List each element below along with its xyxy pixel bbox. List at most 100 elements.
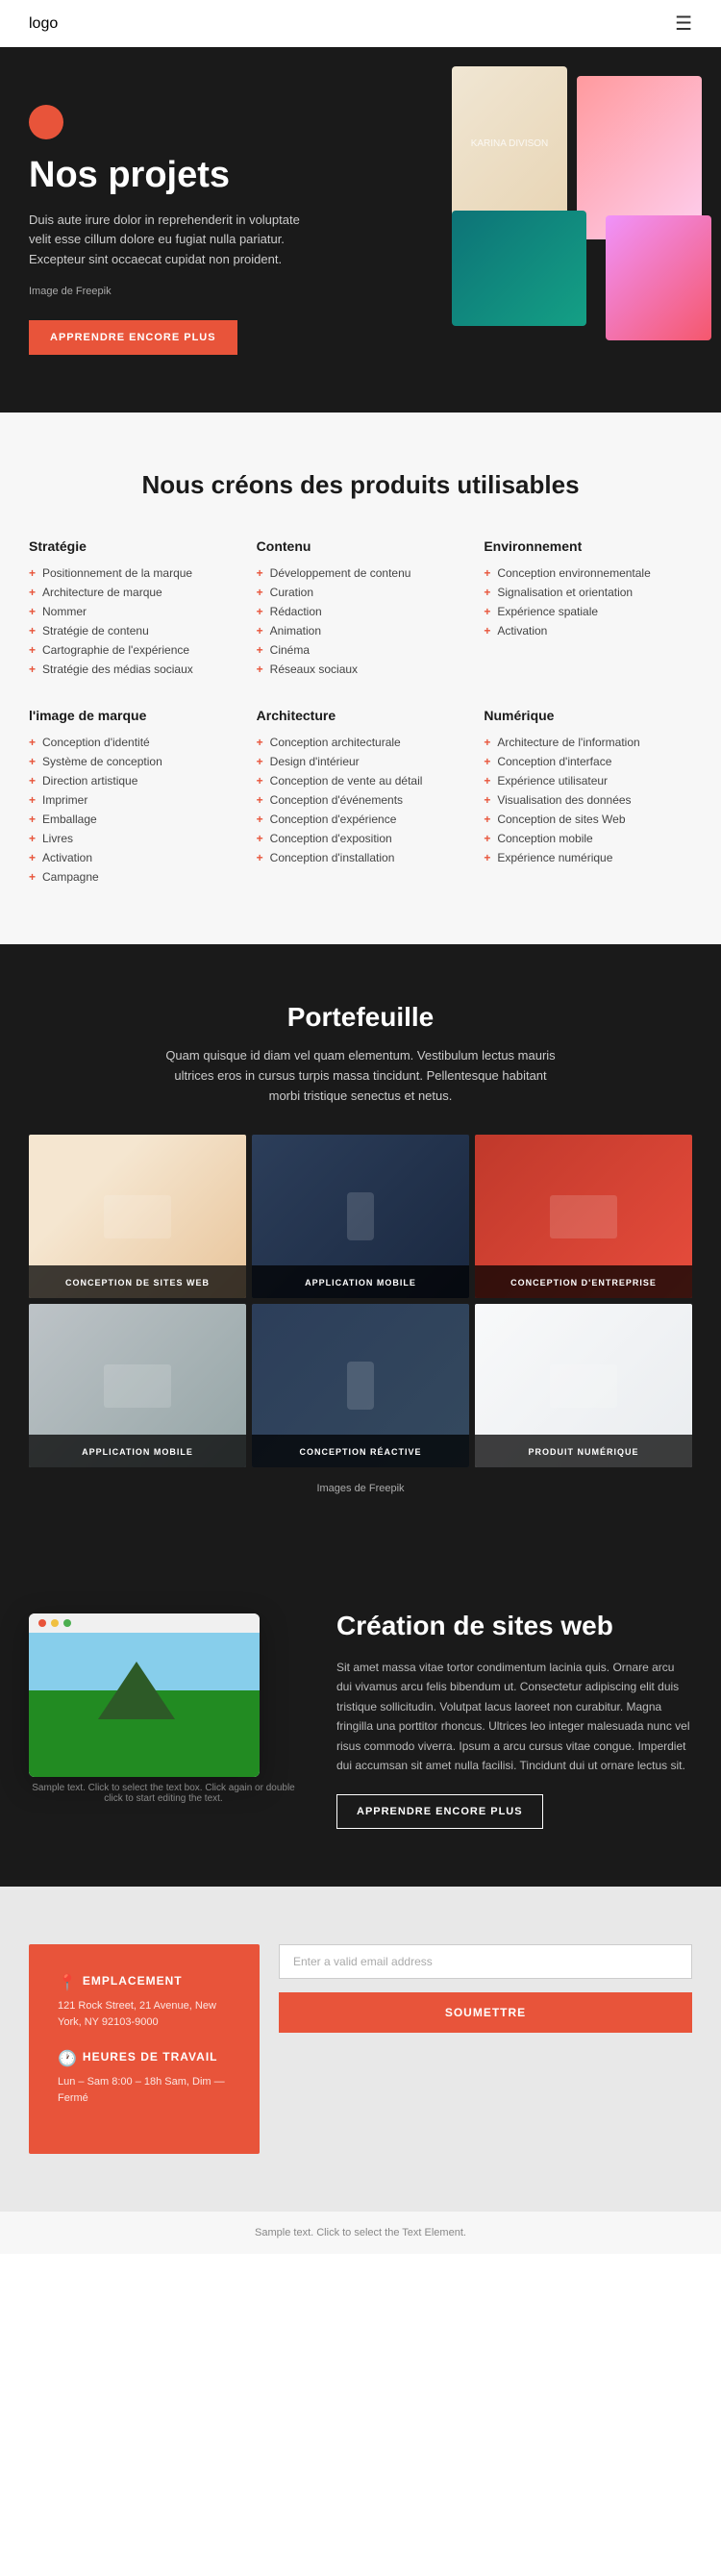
list-item: Développement de contenu <box>257 563 465 583</box>
contact-submit-button[interactable]: SOUMETTRE <box>279 1992 692 2033</box>
portfolio-section: Portefeuille Quam quisque id diam vel qu… <box>0 944 721 1552</box>
portfolio-icon-1 <box>347 1192 374 1240</box>
portfolio-label: PRODUIT NUMÉRIQUE <box>528 1447 638 1457</box>
list-item: Conception d'exposition <box>257 829 465 848</box>
portfolio-icon-3 <box>104 1364 171 1408</box>
hero-content: Nos projets Duis aute irure dolor in rep… <box>29 105 394 355</box>
hours-icon: 🕐 HEURES DE TRAVAIL <box>58 2049 231 2068</box>
browser-mockup <box>29 1613 260 1777</box>
list-item: Imprimer <box>29 790 237 810</box>
portfolio-icon-0 <box>104 1195 171 1238</box>
list-item: Livres <box>29 829 237 848</box>
portfolio-overlay-4: CONCEPTION RÉACTIVE <box>252 1435 469 1467</box>
portfolio-item-2[interactable]: CONCEPTION D'ENTREPRISE <box>475 1135 692 1298</box>
contact-hours: 🕐 HEURES DE TRAVAIL Lun – Sam 8:00 – 18h… <box>58 2049 231 2106</box>
mockup-learn-more-button[interactable]: APPRENDRE ENCORE PLUS <box>336 1794 543 1829</box>
service-list-2: Conception environnementaleSignalisation… <box>484 563 692 640</box>
list-item: Réseaux sociaux <box>257 660 465 679</box>
portfolio-item-0[interactable]: CONCEPTION DE SITES WEB <box>29 1135 246 1298</box>
service-list-5: Architecture de l'informationConception … <box>484 733 692 867</box>
services-section: Nous créons des produits utilisables Str… <box>0 413 721 944</box>
service-col-3: l'image de marque Conception d'identitéSy… <box>29 708 237 887</box>
contact-form: SOUMETTRE <box>279 1944 692 2033</box>
portfolio-item-4[interactable]: CONCEPTION RÉACTIVE <box>252 1304 469 1467</box>
portfolio-label: CONCEPTION DE SITES WEB <box>65 1278 210 1288</box>
list-item: Expérience spatiale <box>484 602 692 621</box>
list-item: Emballage <box>29 810 237 829</box>
list-item: Expérience numérique <box>484 848 692 867</box>
portfolio-title: Portefeuille <box>29 1002 692 1033</box>
portfolio-label: CONCEPTION D'ENTREPRISE <box>510 1278 657 1288</box>
services-grid: StratégiePositionnement de la marqueArch… <box>29 538 692 887</box>
hero-card-3 <box>452 211 586 326</box>
hero-card-4 <box>606 215 711 340</box>
list-item: Conception mobile <box>484 829 692 848</box>
list-item: Nommer <box>29 602 237 621</box>
portfolio-description: Quam quisque id diam vel quam elementum.… <box>159 1046 562 1106</box>
hero-title: Nos projets <box>29 155 394 197</box>
list-item: Positionnement de la marque <box>29 563 237 583</box>
list-item: Conception d'expérience <box>257 810 465 829</box>
hamburger-icon[interactable]: ☰ <box>675 12 692 36</box>
portfolio-item-5[interactable]: PRODUIT NUMÉRIQUE <box>475 1304 692 1467</box>
browser-dot-red <box>38 1619 46 1627</box>
mockup-content: Création de sites web Sit amet massa vit… <box>336 1610 692 1829</box>
portfolio-label: APPLICATION MOBILE <box>82 1447 193 1457</box>
portfolio-overlay-1: APPLICATION MOBILE <box>252 1265 469 1298</box>
location-icon: 📍 EMPLACEMENT <box>58 1973 231 1992</box>
contact-email-input[interactable] <box>279 1944 692 1979</box>
list-item: Activation <box>484 621 692 640</box>
list-item: Conception d'interface <box>484 752 692 771</box>
list-item: Conception architecturale <box>257 733 465 752</box>
portfolio-grid: CONCEPTION DE SITES WEB APPLICATION MOBIL… <box>29 1135 692 1467</box>
list-item: Animation <box>257 621 465 640</box>
browser-mountain <box>29 1633 260 1777</box>
footer-text: Sample text. Click to select the Text El… <box>255 2227 466 2238</box>
browser-dot-green <box>63 1619 71 1627</box>
browser-dot-yellow <box>51 1619 59 1627</box>
browser-content <box>29 1633 260 1777</box>
list-item: Campagne <box>29 867 237 887</box>
portfolio-item-3[interactable]: APPLICATION MOBILE <box>29 1304 246 1467</box>
mockup-sample-text: Sample text. Click to select the text bo… <box>29 1783 298 1804</box>
service-heading-3: l'image de marque <box>29 708 237 723</box>
service-list-4: Conception architecturaleDesign d'intéri… <box>257 733 465 867</box>
list-item: Conception d'identité <box>29 733 237 752</box>
list-item: Conception environnementale <box>484 563 692 583</box>
portfolio-credit: Images de Freepik <box>29 1483 692 1494</box>
hero-learn-more-button[interactable]: APPRENDRE ENCORE PLUS <box>29 320 237 355</box>
list-item: Architecture de marque <box>29 583 237 602</box>
service-heading-4: Architecture <box>257 708 465 723</box>
browser-bar <box>29 1613 260 1633</box>
service-heading-5: Numérique <box>484 708 692 723</box>
list-item: Conception de sites Web <box>484 810 692 829</box>
hero-image-credit: Image de Freepik <box>29 286 394 297</box>
service-heading-2: Environnement <box>484 538 692 554</box>
hero-section: Nos projets Duis aute irure dolor in rep… <box>0 47 721 413</box>
contact-section: 📍 EMPLACEMENT 121 Rock Street, 21 Avenue… <box>0 1887 721 2212</box>
service-list-0: Positionnement de la marqueArchitecture … <box>29 563 237 679</box>
header: logo ☰ <box>0 0 721 47</box>
list-item: Curation <box>257 583 465 602</box>
list-item: Stratégie de contenu <box>29 621 237 640</box>
service-heading-1: Contenu <box>257 538 465 554</box>
service-col-5: Numérique Architecture de l'informationCo… <box>484 708 692 887</box>
hero-accent-circle <box>29 105 63 139</box>
portfolio-icon-5 <box>550 1364 617 1408</box>
service-list-3: Conception d'identitéSystème de concepti… <box>29 733 237 887</box>
portfolio-overlay-3: APPLICATION MOBILE <box>29 1435 246 1467</box>
logo: logo <box>29 15 58 33</box>
portfolio-item-1[interactable]: APPLICATION MOBILE <box>252 1135 469 1298</box>
hero-card-1: KARINA DIVISON <box>452 66 567 220</box>
service-heading-0: Stratégie <box>29 538 237 554</box>
mockup-description: Sit amet massa vitae tortor condimentum … <box>336 1658 692 1775</box>
list-item: Cinéma <box>257 640 465 660</box>
list-item: Rédaction <box>257 602 465 621</box>
service-col-1: ContenuDéveloppement de contenuCurationR… <box>257 538 465 679</box>
contact-info: 📍 EMPLACEMENT 121 Rock Street, 21 Avenue… <box>29 1944 260 2154</box>
portfolio-overlay-2: CONCEPTION D'ENTREPRISE <box>475 1265 692 1298</box>
service-list-1: Développement de contenuCurationRédactio… <box>257 563 465 679</box>
service-col-0: Stratégie Positionnement de la marqueArch… <box>29 538 237 679</box>
mockup-section: Sample text. Click to select the text bo… <box>0 1552 721 1887</box>
list-item: Système de conception <box>29 752 237 771</box>
